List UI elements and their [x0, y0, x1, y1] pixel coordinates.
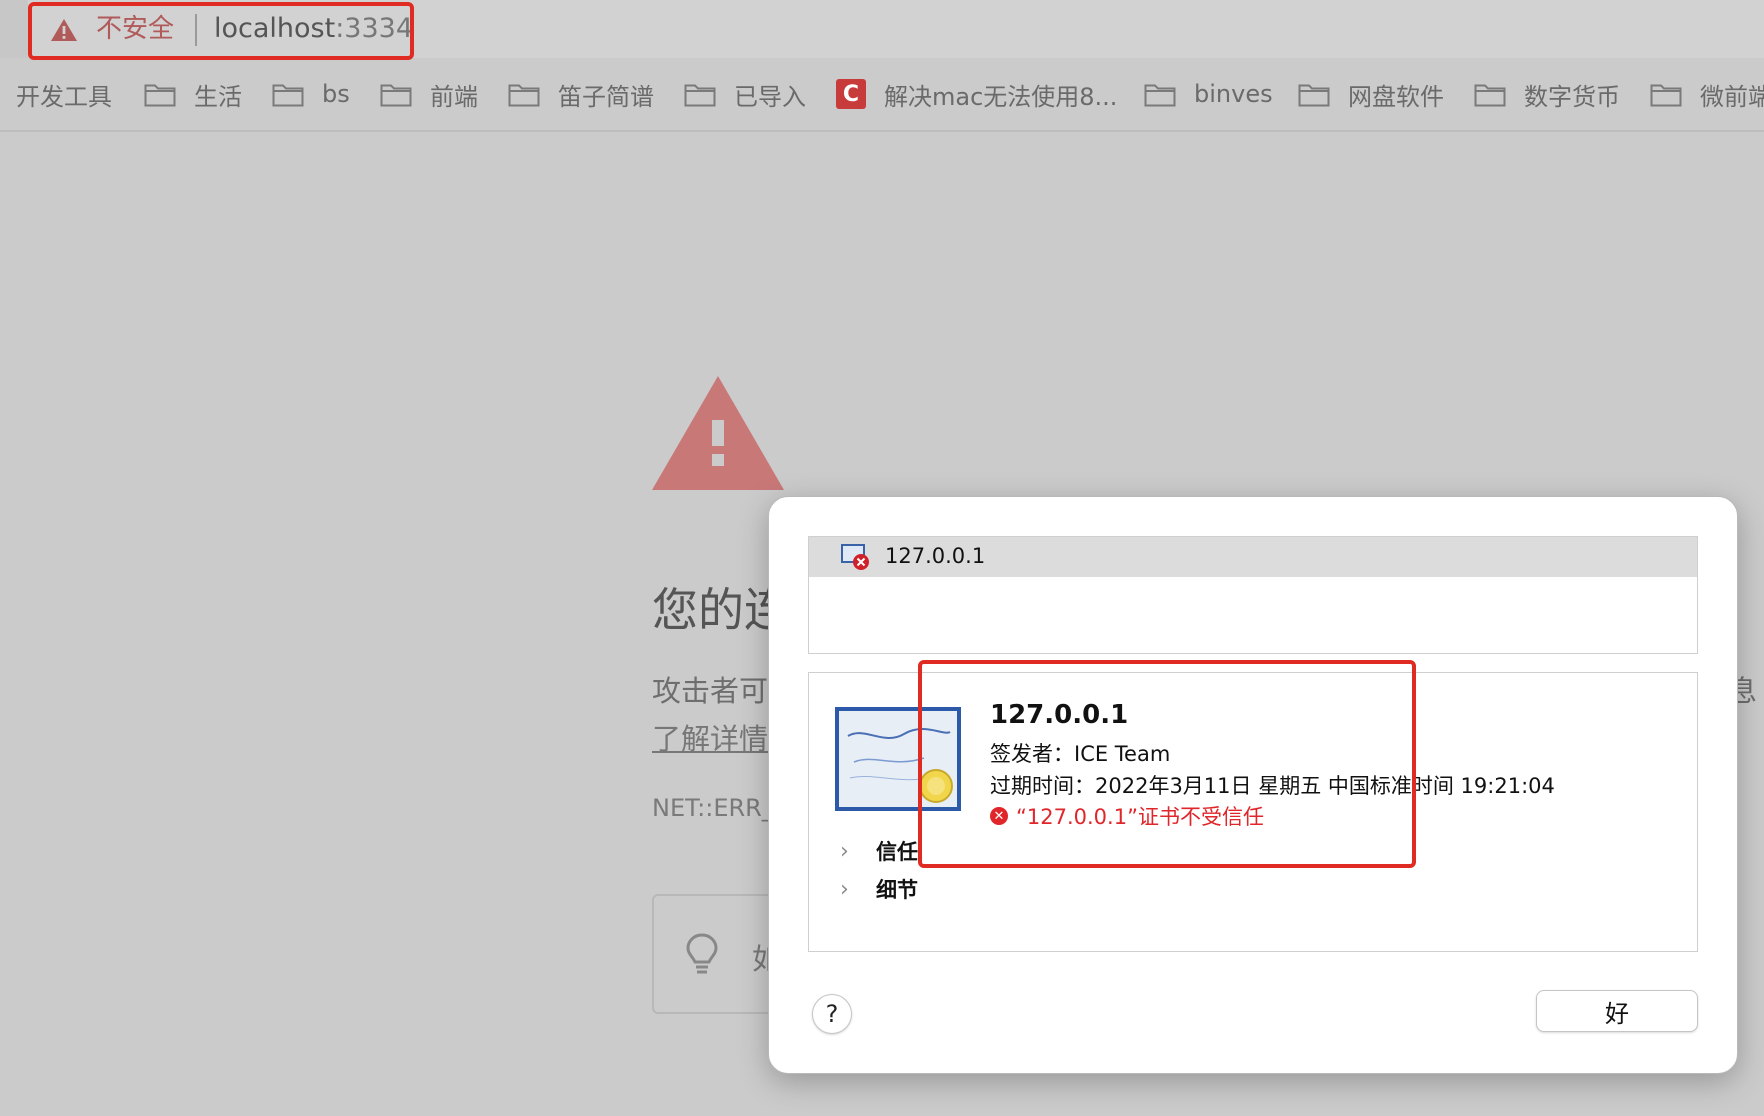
bookmark-label: 数字货币 [1524, 82, 1620, 111]
bookmark-label: 微前端 [1700, 82, 1764, 111]
bookmark-item[interactable]: 笛子简谱 [508, 70, 654, 118]
site-c-icon: C [836, 79, 866, 109]
chevron-right-icon: › [840, 876, 849, 902]
learn-more-link[interactable]: 了解详情 [652, 716, 768, 758]
folder-icon [144, 84, 176, 106]
certificate-list-item[interactable]: 127.0.0.1 [809, 537, 1697, 577]
details-disclosure[interactable]: › 细节 [840, 874, 918, 904]
bookmark-item[interactable]: binves [1144, 70, 1273, 118]
help-button[interactable]: ? [812, 994, 852, 1034]
folder-icon [684, 84, 716, 106]
bookmark-item[interactable]: bs [272, 70, 350, 118]
bookmark-label: 开发工具 [16, 82, 112, 111]
bookmark-label: 已导入 [734, 82, 806, 111]
certificate-error-icon [841, 544, 869, 570]
bookmark-item[interactable]: 前端 [380, 70, 478, 118]
highlight-box-address [28, 2, 414, 60]
error-description: 攻击者可 [652, 674, 769, 708]
bookmark-label: 解决mac无法使用8... [884, 82, 1118, 111]
ok-button[interactable]: 好 [1536, 990, 1698, 1032]
certificate-list[interactable]: 127.0.0.1 [808, 536, 1698, 654]
folder-icon [380, 84, 412, 106]
bookmark-label: 生活 [194, 82, 242, 111]
lightbulb-icon [686, 933, 718, 974]
folder-icon [1650, 84, 1682, 106]
trust-label: 信任 [876, 840, 918, 864]
details-label: 细节 [876, 878, 918, 902]
folder-icon [1144, 84, 1176, 106]
bookmark-item[interactable]: 网盘软件 [1298, 70, 1444, 118]
bookmark-label: 网盘软件 [1348, 82, 1444, 111]
bookmark-label: bs [322, 80, 350, 108]
trust-disclosure[interactable]: › 信任 [840, 836, 918, 866]
bookmark-item[interactable]: 微前端 [1650, 70, 1764, 118]
bookmark-item[interactable]: 生活 [144, 70, 242, 118]
bookmark-item[interactable]: 数字货币 [1474, 70, 1620, 118]
folder-icon [1298, 84, 1330, 106]
bookmark-item[interactable]: 开发工具 [16, 70, 112, 118]
bookmark-item[interactable]: C 解决mac无法使用8... [836, 70, 1117, 118]
large-warning-triangle-icon [652, 376, 784, 490]
bookmarks-bar: 开发工具 生活 bs 前端 笛子简谱 已导入 C 解决mac无法使用8... b… [0, 70, 1764, 118]
error-code: NET::ERR_ [652, 794, 774, 822]
bookmark-label: 笛子简谱 [558, 82, 654, 111]
folder-icon [1474, 84, 1506, 106]
chevron-right-icon: › [840, 838, 849, 864]
folder-icon [272, 84, 304, 106]
highlight-box-certificate [918, 660, 1416, 868]
folder-icon [508, 84, 540, 106]
bookmark-label: 前端 [430, 82, 478, 111]
certificate-list-label: 127.0.0.1 [885, 544, 986, 568]
bookmark-label: binves [1194, 80, 1273, 108]
bookmark-item[interactable]: 已导入 [684, 70, 806, 118]
toolbar-divider [0, 130, 1764, 132]
